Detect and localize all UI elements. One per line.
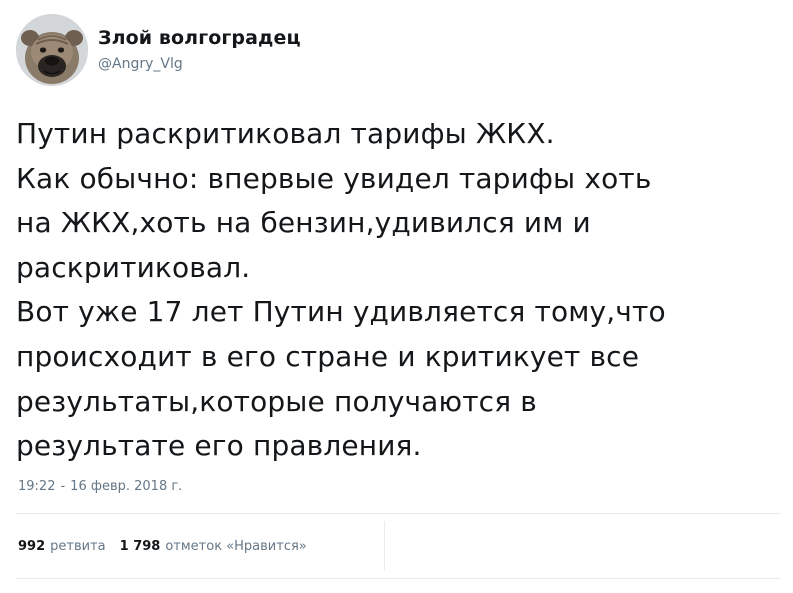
author-display-name[interactable]: Злой волгоградец — [98, 26, 301, 50]
tweet-timestamp[interactable]: 19:22-16 февр. 2018 г. — [18, 478, 182, 496]
tweet-text-line: происходит в его стране и критикует все — [16, 339, 640, 373]
stats-divider — [384, 521, 385, 571]
timestamp-separator: - — [60, 479, 66, 494]
dog-avatar-icon[interactable] — [16, 14, 88, 86]
tweet-time: 19:22 — [18, 479, 56, 494]
author-username[interactable]: @Angry_Vlg — [98, 54, 301, 74]
tweet-text-line: на ЖКХ,хоть на бензин,удивился им и — [16, 206, 591, 240]
divider — [16, 513, 781, 514]
tweet-text-line: Вот уже 17 лет Путин удивляется тому,что — [16, 295, 666, 329]
retweets-count: 992 — [18, 539, 46, 554]
divider — [16, 578, 781, 579]
tweet-text-line: результаты,которые получаются в — [16, 384, 537, 418]
tweet-text-line: раскритиковал. — [16, 250, 251, 284]
likes-count: 1 798 — [119, 539, 161, 554]
tweet-text: Путин раскритиковал тарифы ЖКХ. Как обыч… — [16, 112, 781, 469]
tweet-header: Злой волгоградец @Angry_Vlg — [16, 14, 301, 86]
tweet-text-line: Как обычно: впервые увидел тарифы хоть — [16, 161, 652, 195]
retweets-stat[interactable]: 992 ретвита — [18, 538, 106, 556]
likes-stat[interactable]: 1 798 отметок «Нравится» — [120, 538, 307, 556]
retweets-label: ретвита — [50, 539, 106, 554]
tweet-text-line: результате его правления. — [16, 429, 422, 463]
likes-label: отметок «Нравится» — [165, 539, 307, 554]
tweet-text-line: Путин раскритиковал тарифы ЖКХ. — [16, 117, 555, 150]
tweet-card: Злой волгоградец @Angry_Vlg Путин раскри… — [0, 0, 793, 593]
tweet-stats: 992 ретвита 1 798 отметок «Нравится» — [18, 538, 307, 556]
tweet-date: 16 февр. 2018 г. — [70, 479, 183, 494]
author-names: Злой волгоградец @Angry_Vlg — [98, 26, 301, 74]
